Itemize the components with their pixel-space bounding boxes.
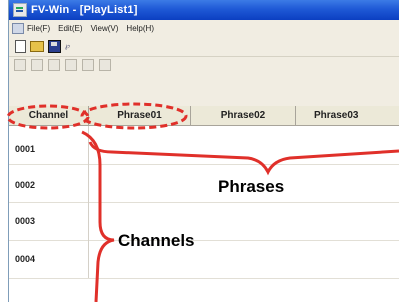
row-label[interactable]: 0003	[9, 202, 89, 240]
window-title: FV-Win - [PlayList1]	[31, 4, 138, 16]
paste-icon	[65, 59, 77, 71]
edit-toolbar	[9, 56, 399, 73]
column-header-phrase02[interactable]: Phrase02	[191, 106, 296, 126]
row-divider	[9, 278, 399, 279]
row-label[interactable]: 0002	[9, 164, 89, 202]
playlist-grid: Channel Phrase01 Phrase02 Phrase03 0001 …	[9, 106, 399, 302]
column-header-phrase01[interactable]: Phrase01	[89, 106, 191, 126]
channels-annotation-label: Channels	[118, 231, 195, 250]
phrases-annotation-label: Phrases	[218, 177, 285, 196]
menu-help[interactable]: Help(H)	[126, 24, 154, 33]
title-bar[interactable]: FV-Win - [PlayList1]	[9, 0, 399, 20]
menu-view[interactable]: View(V)	[91, 24, 119, 33]
save-icon[interactable]	[48, 39, 61, 53]
document-icon	[12, 22, 24, 34]
app-window: FV-Win - [PlayList1] File(F) Edit(E) Vie…	[8, 0, 399, 302]
row-label[interactable]: 0001	[9, 126, 89, 164]
app-icon	[13, 3, 27, 17]
cut-icon	[31, 59, 43, 71]
new-file-icon[interactable]	[15, 39, 26, 53]
delete-icon	[82, 59, 94, 71]
column-header-phrase03[interactable]: Phrase03	[296, 106, 399, 126]
menu-edit[interactable]: Edit(E)	[58, 24, 82, 33]
row-label[interactable]: 0004	[9, 240, 89, 278]
column-header-channel[interactable]: Channel	[9, 106, 89, 126]
undo-icon	[14, 59, 26, 71]
grid-icon	[99, 59, 111, 71]
copy-icon	[48, 59, 60, 71]
menu-file[interactable]: File(F)	[27, 24, 50, 33]
menu-bar: File(F) Edit(E) View(V) Help(H)	[9, 20, 399, 36]
toolbar: ℘	[9, 36, 399, 56]
properties-icon[interactable]: ℘	[65, 41, 77, 52]
open-folder-icon[interactable]	[30, 40, 44, 52]
